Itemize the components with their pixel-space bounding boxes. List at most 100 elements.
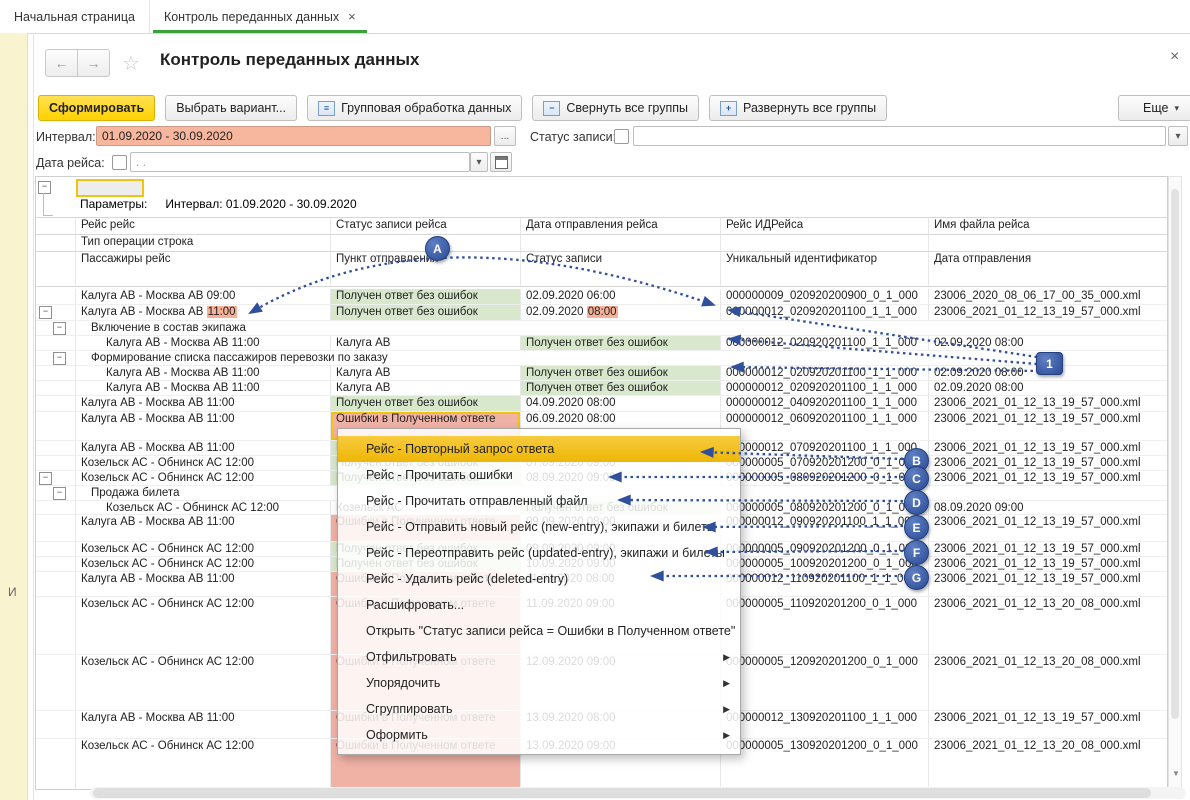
context-menu-item[interactable]: Открыть "Статус записи рейса = Ошибки в … [338, 618, 740, 644]
table-cell[interactable]: Калуга АВ - Москва АВ 11:00 [76, 572, 331, 597]
more-button[interactable]: Еще▾ [1118, 95, 1190, 121]
column-header[interactable]: Дата отправления рейса [521, 218, 721, 234]
record-status-checkbox[interactable] [614, 129, 629, 144]
table-cell[interactable]: 000000005_080920201200_0_1_000 [721, 501, 929, 515]
column-header[interactable]: Дата отправления [929, 252, 1167, 286]
table-cell[interactable]: Получен ответ без ошибок [521, 381, 721, 396]
context-menu-item[interactable]: Рейс - Прочитать ошибки [338, 462, 740, 488]
table-cell[interactable]: 04.09.2020 08:00 [521, 396, 721, 412]
table-row[interactable]: Калуга АВ - Москва АВ 11:00Калуга АВПолу… [36, 336, 1167, 351]
table-cell[interactable]: 23006_2021_01_12_13_20_08_000.xml [929, 739, 1167, 790]
group-row[interactable]: −Формирование списка пассажиров перевозк… [36, 351, 1167, 366]
table-cell[interactable]: Получен ответ без ошибок [331, 305, 521, 321]
context-menu-item[interactable]: Рейс - Повторный запрос ответа [338, 436, 740, 462]
row-expander[interactable]: − [53, 352, 66, 365]
table-cell[interactable]: Калуга АВ - Москва АВ 11:00 [76, 412, 331, 441]
context-menu-item[interactable]: Отфильтровать▶ [338, 644, 740, 670]
column-header[interactable]: Пассажиры рейс [76, 252, 331, 286]
selected-header-cell[interactable] [76, 179, 144, 197]
table-cell[interactable]: 000000005_080920201200_0_1_000 [721, 471, 929, 486]
column-header[interactable]: Статус записи [521, 252, 721, 286]
table-cell[interactable]: Козельск АС - Обнинск АС 12:00 [76, 739, 331, 790]
table-cell[interactable]: Козельск АС - Обнинск АС 12:00 [76, 557, 331, 572]
row-expander[interactable]: − [39, 306, 52, 319]
table-cell[interactable]: Козельск АС - Обнинск АС 12:00 [76, 471, 331, 486]
tab-data-control[interactable]: Контроль переданных данных × [149, 0, 370, 33]
table-cell[interactable]: Козельск АС - Обнинск АС 12:00 [76, 501, 331, 515]
table-cell[interactable]: Калуга АВ [331, 366, 521, 381]
table-cell[interactable]: 23006_2021_01_12_13_19_57_000.xml [929, 557, 1167, 572]
collapse-all-groups-button[interactable]: − Свернуть все группы [532, 95, 699, 121]
table-cell[interactable]: Калуга АВ - Москва АВ 11:00 [76, 336, 331, 351]
expand-all-groups-button[interactable]: + Развернуть все группы [709, 95, 887, 121]
interval-input[interactable]: 01.09.2020 - 30.09.2020 [96, 126, 491, 146]
generate-button[interactable]: Сформировать [38, 95, 155, 121]
column-header[interactable] [929, 235, 1167, 251]
record-status-dropdown-button[interactable]: ▾ [1168, 126, 1188, 146]
table-cell[interactable]: Козельск АС - Обнинск АС 12:00 [76, 542, 331, 557]
back-button[interactable]: ← [45, 49, 78, 77]
column-header[interactable] [521, 235, 721, 251]
horizontal-scrollbar-thumb[interactable] [93, 788, 1151, 798]
table-cell[interactable]: 000000012_070920201100_1_1_000 [721, 441, 929, 456]
table-cell[interactable]: 000000012_040920201100_1_1_000 [721, 396, 929, 412]
tab-close-icon[interactable]: × [348, 9, 356, 24]
tab-home[interactable]: Начальная страница [0, 0, 149, 33]
context-menu-item[interactable]: Рейс - Отправить новый рейс (new-entry),… [338, 514, 740, 540]
vertical-scrollbar-thumb[interactable] [1171, 189, 1179, 719]
table-cell[interactable]: 23006_2021_01_12_13_19_57_000.xml [929, 711, 1167, 739]
table-cell[interactable]: 23006_2021_01_12_13_20_08_000.xml [929, 655, 1167, 711]
table-cell[interactable]: Получен ответ без ошибок [521, 336, 721, 351]
table-cell[interactable]: 23006_2021_01_12_13_19_57_000.xml [929, 412, 1167, 441]
table-cell[interactable]: 000000005_110920201200_0_1_000 [721, 597, 929, 655]
table-cell[interactable]: Калуга АВ [331, 381, 521, 396]
column-header[interactable]: Рейс рейс [76, 218, 331, 234]
column-header[interactable]: Уникальный идентификатор [721, 252, 929, 286]
row-expander[interactable]: − [39, 472, 52, 485]
table-cell[interactable]: 23006_2021_01_12_13_19_57_000.xml [929, 456, 1167, 471]
table-row[interactable]: Калуга АВ - Москва АВ 11:00Получен ответ… [36, 396, 1167, 412]
record-status-input[interactable] [633, 126, 1166, 146]
scroll-down-icon[interactable]: ▼ [1172, 769, 1180, 778]
group-processing-button[interactable]: ≡ Групповая обработка данных [307, 95, 522, 121]
column-header[interactable]: Статус записи рейса [331, 218, 521, 234]
table-cell[interactable]: Козельск АС - Обнинск АС 12:00 [76, 597, 331, 655]
table-cell[interactable]: 02.09.2020 08:00 [929, 336, 1167, 351]
table-cell[interactable]: 02.09.2020 08:00 [929, 381, 1167, 396]
table-cell[interactable]: 000000012_060920201100_1_1_000 [721, 412, 929, 441]
table-cell[interactable]: 000000009_020920200900_0_1_000 [721, 289, 929, 305]
table-cell[interactable]: 02.09.2020 08:00 [521, 305, 721, 321]
table-row[interactable]: Калуга АВ - Москва АВ 11:00Калуга АВПолу… [36, 381, 1167, 396]
table-cell[interactable]: 08.09.2020 09:00 [929, 501, 1167, 515]
table-cell[interactable]: 000000012_130920201100_1_1_000 [721, 711, 929, 739]
table-cell[interactable]: Получен ответ без ошибок [331, 396, 521, 412]
table-cell[interactable]: 000000012_020920201100_1_1_000 [721, 381, 929, 396]
table-cell[interactable]: 23006_2021_01_12_13_19_57_000.xml [929, 542, 1167, 557]
column-header[interactable]: Пункт отправления [331, 252, 521, 286]
row-expander[interactable]: − [53, 322, 66, 335]
column-header[interactable]: Имя файла рейса [929, 218, 1167, 234]
context-menu-item[interactable]: Рейс - Переотправить рейс (updated-entry… [338, 540, 740, 566]
table-cell[interactable]: Калуга АВ - Москва АВ 11:00 [76, 305, 331, 321]
vertical-scrollbar[interactable]: ▼ [1168, 176, 1182, 790]
table-row[interactable]: Калуга АВ - Москва АВ 09:00Получен ответ… [36, 289, 1167, 305]
table-cell[interactable]: 23006_2021_01_12_13_19_57_000.xml [929, 396, 1167, 412]
column-header[interactable] [721, 235, 929, 251]
table-cell[interactable]: 000000005_090920201200_0_1_000 [721, 542, 929, 557]
table-cell[interactable]: Козельск АС - Обнинск АС 12:00 [76, 655, 331, 711]
table-cell[interactable]: Калуга АВ - Москва АВ 11:00 [76, 515, 331, 542]
table-cell[interactable]: 23006_2021_01_12_13_19_57_000.xml [929, 572, 1167, 597]
table-cell[interactable]: 02.09.2020 06:00 [521, 289, 721, 305]
interval-picker-button[interactable]: ... [494, 126, 516, 146]
table-cell[interactable]: 23006_2020_08_06_17_00_35_000.xml [929, 289, 1167, 305]
table-cell[interactable]: 000000005_070920201200_0_1_000 [721, 456, 929, 471]
context-menu-item[interactable]: Рейс - Прочитать отправленный файл [338, 488, 740, 514]
row-expander[interactable]: − [53, 487, 66, 500]
table-cell[interactable]: Получен ответ без ошибок [521, 366, 721, 381]
flight-date-checkbox[interactable] [112, 155, 127, 170]
table-cell[interactable]: 000000005_120920201200_0_1_000 [721, 655, 929, 711]
table-cell[interactable]: Калуга АВ - Москва АВ 09:00 [76, 289, 331, 305]
table-cell[interactable]: 000000012_020920201100_1_1_000 [721, 336, 929, 351]
context-menu-item[interactable]: Сгруппировать▶ [338, 696, 740, 722]
flight-date-dropdown-button[interactable]: ▾ [470, 152, 488, 172]
